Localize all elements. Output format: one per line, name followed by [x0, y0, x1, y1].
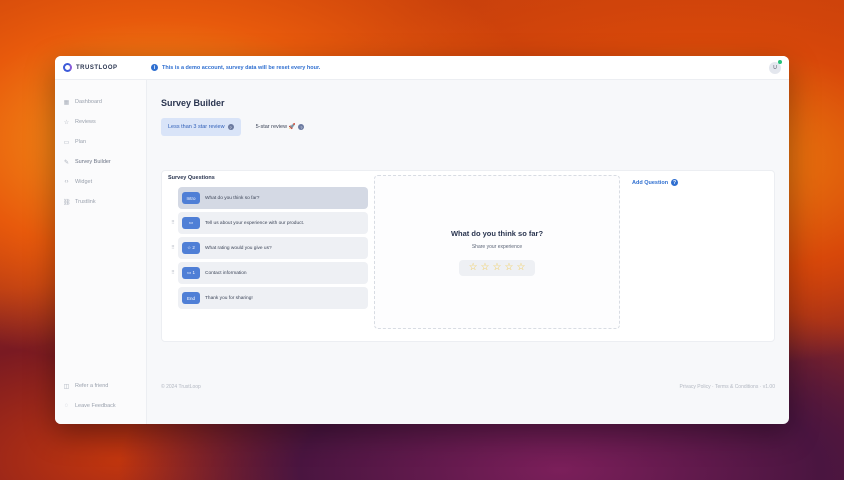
sidebar: ▦ Dashboard ☆ Reviews ▭ Plan ✎ Survey Bu… — [55, 80, 147, 424]
brand-logo[interactable]: TRUSTLOOP — [63, 63, 151, 72]
drag-handle-icon[interactable]: ⠿ — [168, 245, 178, 251]
link-icon: ⛓ — [63, 199, 71, 206]
copyright-text: © 2024 TrustLoop — [161, 384, 201, 390]
sidebar-item-label: Widget — [75, 179, 93, 185]
survey-questions: Survey Questions Intro What do you think… — [168, 175, 368, 312]
tab-label: 5-star review 🚀 — [255, 124, 296, 130]
chat-icon: ◌ — [64, 403, 69, 409]
question-type-badge: End — [182, 292, 200, 304]
star-rating: ☆ ☆ ☆ ☆ ☆ — [458, 259, 536, 276]
question-type-badge: ▭ 1 — [182, 267, 200, 279]
sidebar-item-plan[interactable]: ▭ Plan — [55, 132, 146, 152]
sidebar-item-label: Leave Feedback — [75, 403, 116, 409]
add-question-label: Add Question — [632, 179, 669, 186]
builder-card: Survey Questions Intro What do you think… — [161, 170, 775, 342]
question-type-badge: Intro — [182, 192, 200, 204]
list-item: ⠿ ▭ Tell us about your experience with o… — [168, 212, 368, 234]
grid-icon: ▦ — [63, 99, 70, 106]
survey-questions-title: Survey Questions — [168, 175, 215, 181]
preview-title: What do you think so far? — [450, 228, 544, 238]
question-item[interactable]: ▭ Tell us about your experience with our… — [178, 212, 368, 234]
sidebar-item-label: Reviews — [75, 119, 96, 125]
card-icon: ▭ — [63, 139, 70, 146]
page-footer: © 2024 TrustLoop Privacy Policy · Terms … — [161, 384, 775, 390]
review-tabs: Less than 3 star review ? 5-star review … — [161, 118, 775, 136]
info-icon: i — [151, 64, 158, 71]
sidebar-item-refer[interactable]: ◫ Refer a friend — [55, 376, 146, 396]
question-item[interactable]: Intro What do you think so far? — [178, 187, 368, 209]
tab-five-star[interactable]: 5-star review 🚀 ? — [249, 118, 312, 136]
drag-handle-icon[interactable]: ⠿ — [168, 270, 178, 276]
sidebar-item-survey-builder[interactable]: ✎ Survey Builder — [55, 152, 146, 172]
tab-low-rating[interactable]: Less than 3 star review ? — [161, 118, 241, 136]
avatar[interactable]: U — [769, 60, 782, 74]
sidebar-item-label: Dashboard — [75, 99, 102, 105]
add-question-button[interactable]: Add Question ? — [632, 179, 679, 186]
star-icon[interactable]: ☆ — [504, 262, 513, 273]
question-text: What rating would you give us? — [205, 245, 272, 251]
tab-label: Less than 3 star review — [168, 124, 225, 130]
list-item: ⠿ ▭ 1 Contact information — [168, 262, 368, 284]
demo-notice-text: This is a demo account, survey data will… — [162, 64, 321, 71]
sidebar-item-reviews[interactable]: ☆ Reviews — [55, 112, 146, 132]
gift-icon: ◫ — [63, 383, 70, 390]
avatar-initials: U — [773, 65, 777, 71]
help-icon[interactable]: ? — [671, 179, 679, 186]
question-item[interactable]: ▭ 1 Contact information — [178, 262, 368, 284]
sidebar-item-trustlink[interactable]: ⛓ Trustlink — [55, 192, 146, 212]
top-bar: TRUSTLOOP i This is a demo account, surv… — [55, 56, 789, 80]
sidebar-item-label: Refer a friend — [75, 383, 109, 389]
logo-icon — [63, 63, 72, 72]
brand-name: TRUSTLOOP — [76, 64, 118, 71]
code-icon: ‹› — [64, 179, 69, 185]
app-window: TRUSTLOOP i This is a demo account, surv… — [55, 56, 789, 424]
star-icon[interactable]: ☆ — [469, 262, 478, 273]
drag-handle-icon[interactable]: ⠿ — [168, 220, 178, 226]
sidebar-item-dashboard[interactable]: ▦ Dashboard — [55, 92, 146, 112]
question-type-badge: ☆ 2 — [182, 242, 200, 254]
preview-subtitle: Share your experience — [471, 243, 523, 250]
question-item[interactable]: ☆ 2 What rating would you give us? — [178, 237, 368, 259]
question-text: Thank you for sharing! — [205, 295, 253, 301]
sidebar-item-label: Survey Builder — [75, 159, 111, 165]
star-icon[interactable]: ☆ — [493, 262, 502, 273]
footer-links[interactable]: Privacy Policy · Terms & Conditions · v1… — [680, 384, 776, 390]
demo-notice: i This is a demo account, survey data wi… — [151, 64, 320, 71]
sidebar-item-widget[interactable]: ‹› Widget — [55, 172, 146, 192]
main-content: Survey Builder Less than 3 star review ?… — [147, 80, 789, 424]
question-text: Contact information — [205, 270, 247, 276]
list-item: ⠿ ☆ 2 What rating would you give us? — [168, 237, 368, 259]
sidebar-item-label: Plan — [75, 139, 87, 145]
star-icon[interactable]: ☆ — [481, 262, 490, 273]
question-type-badge: ▭ — [182, 217, 200, 229]
star-icon[interactable]: ☆ — [516, 262, 525, 273]
sidebar-item-label: Trustlink — [75, 199, 96, 205]
help-icon[interactable]: ? — [298, 124, 305, 130]
online-status-dot — [778, 60, 782, 64]
sidebar-item-feedback[interactable]: ◌ Leave Feedback — [55, 396, 146, 416]
pencil-icon: ✎ — [63, 159, 70, 166]
survey-preview: What do you think so far? Share your exp… — [374, 175, 620, 329]
list-item: End Thank you for sharing! — [168, 287, 368, 309]
list-item: Intro What do you think so far? — [168, 187, 368, 209]
page-title: Survey Builder — [161, 98, 225, 108]
question-text: What do you think so far? — [205, 195, 260, 201]
question-text: Tell us about your experience with our p… — [205, 220, 305, 226]
question-item[interactable]: End Thank you for sharing! — [178, 287, 368, 309]
sidebar-bottom: ◫ Refer a friend ◌ Leave Feedback — [55, 376, 146, 416]
star-icon: ☆ — [63, 119, 70, 126]
help-icon[interactable]: ? — [227, 124, 234, 130]
